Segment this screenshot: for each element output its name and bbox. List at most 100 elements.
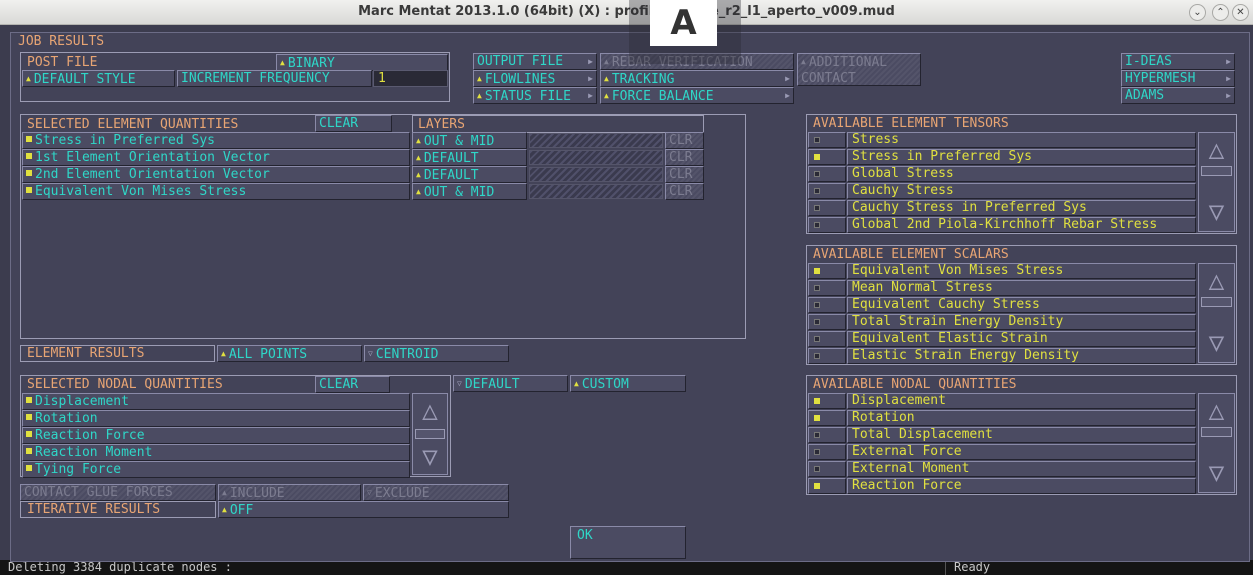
nodal-quantities-scrollbar[interactable]: △ ▽ (1198, 393, 1235, 493)
row-1-layer-button[interactable]: ▲ OUT & MID (412, 132, 527, 149)
nodal-item-3[interactable]: Reaction Force (22, 427, 410, 444)
force-balance-label: FORCE BALANCE (611, 89, 714, 104)
scroll-thumb[interactable] (1201, 297, 1232, 307)
element-tensor-item-4[interactable]: Cauchy Stress (847, 183, 1196, 199)
element-tensor-checkbox-6[interactable] (808, 217, 846, 233)
element-scalar-item-6[interactable]: Elastic Strain Energy Density (847, 348, 1196, 364)
nodal-quantity-item-4[interactable]: External Force (847, 444, 1196, 460)
element-scalar-checkbox-5[interactable] (808, 331, 846, 347)
element-scalar-checkbox-1[interactable] (808, 263, 846, 279)
element-scalar-checkbox-4[interactable] (808, 314, 846, 330)
increment-frequency-button[interactable]: INCREMENT FREQUENCY (177, 70, 372, 87)
default-style-button[interactable]: ▲ DEFAULT STYLE (22, 70, 175, 87)
all-points-button[interactable]: ▲ ALL POINTS (217, 345, 362, 362)
element-scalar-checkbox-6[interactable] (808, 348, 846, 364)
increment-frequency-field[interactable]: 1 (373, 70, 448, 87)
element-tensor-checkbox-1[interactable] (808, 132, 846, 148)
element-tensor-item-3[interactable]: Global Stress (847, 166, 1196, 182)
nodal-item-2[interactable]: Rotation (22, 410, 410, 427)
scroll-up-icon[interactable]: △ (1199, 398, 1234, 424)
scroll-up-icon[interactable]: △ (1199, 137, 1234, 163)
element-scalar-item-2[interactable]: Mean Normal Stress (847, 280, 1196, 296)
minimize-icon[interactable]: ⌄ (1189, 4, 1206, 21)
hypermesh-button[interactable]: HYPERMESH ▶ (1121, 70, 1235, 87)
nodal-quantity-checkbox-5[interactable] (808, 461, 846, 477)
centroid-button[interactable]: ▽ CENTROID (364, 345, 509, 362)
output-file-button[interactable]: OUTPUT FILE ▶ (473, 53, 597, 70)
scroll-down-icon[interactable]: ▽ (413, 444, 447, 470)
nodal-item-1[interactable]: Displacement (22, 393, 410, 410)
nodal-quantity-item-1[interactable]: Displacement (847, 393, 1196, 409)
row-2-layer-button[interactable]: ▲ DEFAULT (412, 149, 527, 166)
element-tensor-checkbox-5[interactable] (808, 200, 846, 216)
element-tensor-item-5[interactable]: Cauchy Stress in Preferred Sys (847, 200, 1196, 216)
scroll-down-icon[interactable]: ▽ (1199, 199, 1234, 225)
close-icon[interactable]: ✕ (1232, 4, 1249, 21)
scroll-up-icon[interactable]: △ (413, 398, 447, 424)
centroid-label: CENTROID (375, 347, 439, 362)
adams-button[interactable]: ADAMS ▶ (1121, 87, 1235, 104)
element-tensor-item-2[interactable]: Stress in Preferred Sys (847, 149, 1196, 165)
row-4-layer-button[interactable]: ▲ OUT & MID (412, 183, 527, 200)
element-scalar-item-4[interactable]: Total Strain Energy Density (847, 314, 1196, 330)
nodal-default-button[interactable]: ▽ DEFAULT (453, 375, 568, 392)
nodal-item-2-label: Rotation (35, 411, 98, 426)
maximize-icon[interactable]: ⌃ (1212, 4, 1229, 21)
element-scalar-checkbox-3[interactable] (808, 297, 846, 313)
nodal-quantity-checkbox-1[interactable] (808, 393, 846, 409)
row-4-clr-button[interactable]: CLR (665, 183, 704, 200)
row-3-clr-button[interactable]: CLR (665, 166, 704, 183)
post-file-format-button[interactable]: ▲ BINARY (276, 54, 448, 71)
iterative-results-toggle[interactable]: ▲ OFF (218, 501, 509, 518)
row-1-clr-button[interactable]: CLR (665, 132, 704, 149)
window-title: Marc Mentat 2013.1.0 (64bit) (X) : profi… (358, 4, 895, 19)
nodal-quantity-checkbox-2[interactable] (808, 410, 846, 426)
element-scalar-checkbox-2[interactable] (808, 280, 846, 296)
ok-button[interactable]: OK (570, 526, 686, 559)
element-tensor-checkbox-3[interactable] (808, 166, 846, 182)
scroll-thumb[interactable] (415, 429, 445, 439)
nodal-item-5[interactable]: Tying Force (22, 461, 410, 478)
nodal-quantity-item-2[interactable]: Rotation (847, 410, 1196, 426)
nodal-quantity-checkbox-6[interactable] (808, 478, 846, 494)
tracking-button[interactable]: ▲ TRACKING ▶ (600, 70, 794, 87)
selected-element-clear-button[interactable]: CLEAR (315, 115, 392, 132)
selected-element-row-4[interactable]: Equivalent Von Mises Stress (22, 183, 410, 200)
force-balance-button[interactable]: ▲ FORCE BALANCE ▶ (600, 87, 794, 104)
flowlines-button[interactable]: ▲ FLOWLINES ▶ (473, 70, 597, 87)
additional-contact-button[interactable]: ▲ ADDITIONAL CONTACT (797, 53, 921, 86)
nodal-quantity-item-3[interactable]: Total Displacement (847, 427, 1196, 443)
nodal-custom-button[interactable]: ▲ CUSTOM (570, 375, 686, 392)
selected-element-row-2[interactable]: 1st Element Orientation Vector (22, 149, 410, 166)
nodal-quantity-item-6[interactable]: Reaction Force (847, 478, 1196, 494)
nodal-scrollbar[interactable]: △ ▽ (412, 393, 448, 475)
element-tensor-item-1[interactable]: Stress (847, 132, 1196, 148)
nodal-quantity-checkbox-3[interactable] (808, 427, 846, 443)
scroll-thumb[interactable] (1201, 166, 1232, 176)
nodal-quantities-label: AVAILABLE NODAL QUANTITIES (813, 377, 1017, 392)
scroll-down-icon[interactable]: ▽ (1199, 460, 1234, 486)
element-tensor-item-6[interactable]: Global 2nd Piola-Kirchhoff Rebar Stress (847, 217, 1196, 233)
selected-element-row-3[interactable]: 2nd Element Orientation Vector (22, 166, 410, 183)
row-3-layer-button[interactable]: ▲ DEFAULT (412, 166, 527, 183)
scroll-up-icon[interactable]: △ (1199, 268, 1234, 294)
scroll-down-icon[interactable]: ▽ (1199, 330, 1234, 356)
status-file-button[interactable]: ▲ STATUS FILE ▶ (473, 87, 597, 104)
element-scalar-item-5[interactable]: Equivalent Elastic Strain (847, 331, 1196, 347)
element-scalar-item-1[interactable]: Equivalent Von Mises Stress (847, 263, 1196, 279)
ideas-button[interactable]: I-DEAS ▶ (1121, 53, 1235, 70)
include-button[interactable]: ▲ INCLUDE (218, 484, 361, 501)
element-tensors-scrollbar[interactable]: △ ▽ (1198, 132, 1235, 232)
element-tensor-checkbox-4[interactable] (808, 183, 846, 199)
scroll-thumb[interactable] (1201, 427, 1232, 437)
element-tensor-checkbox-2[interactable] (808, 149, 846, 165)
selected-nodal-clear-button[interactable]: CLEAR (315, 376, 390, 393)
nodal-item-4[interactable]: Reaction Moment (22, 444, 410, 461)
nodal-quantity-item-5[interactable]: External Moment (847, 461, 1196, 477)
nodal-quantity-checkbox-4[interactable] (808, 444, 846, 460)
row-2-clr-button[interactable]: CLR (665, 149, 704, 166)
element-scalar-item-3[interactable]: Equivalent Cauchy Stress (847, 297, 1196, 313)
element-scalars-scrollbar[interactable]: △ ▽ (1198, 263, 1235, 363)
selected-element-row-1[interactable]: Stress in Preferred Sys (22, 132, 410, 149)
exclude-button[interactable]: ▽ EXCLUDE (363, 484, 509, 501)
